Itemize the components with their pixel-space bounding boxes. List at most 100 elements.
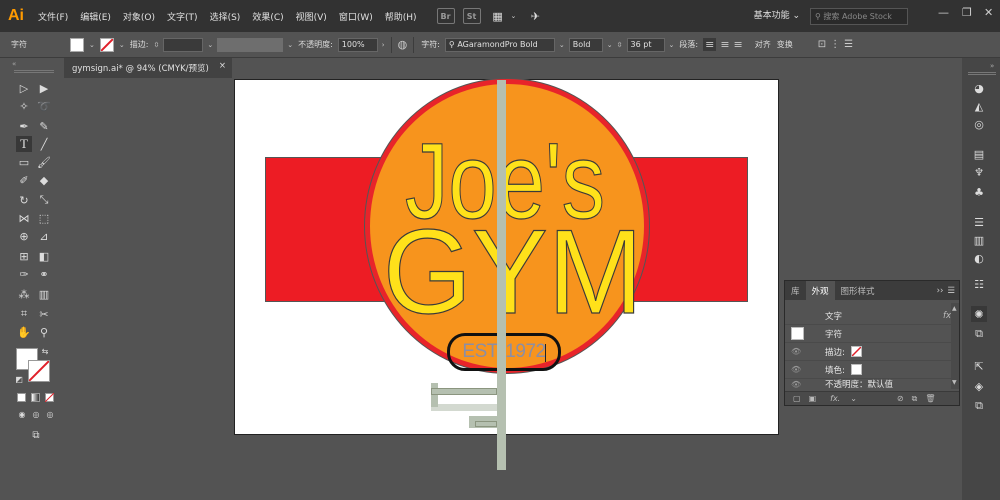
stepper-icon[interactable]: ⇳ (153, 41, 159, 49)
variable-width-profile[interactable] (217, 37, 284, 52)
tab-appearance[interactable]: 外观 (805, 281, 835, 300)
menu-help[interactable]: 帮助(H) (379, 10, 423, 23)
panel-menu-icon[interactable]: ☰ (947, 286, 955, 296)
close-icon[interactable]: ✕ (984, 6, 993, 19)
hand-tool-icon[interactable]: ✋ (16, 324, 32, 340)
opacity-field[interactable]: 100% (337, 37, 378, 52)
visibility-eye-icon[interactable]: 👁 (791, 380, 805, 389)
document-tab[interactable]: gymsign.ai* @ 94% (CMYK/预览) × (64, 58, 232, 78)
align-center-icon[interactable]: ≡ (720, 38, 729, 51)
libraries-icon[interactable]: ☷ (971, 276, 987, 292)
shape-builder-tool-icon[interactable]: ⊕ (16, 228, 32, 244)
minimize-icon[interactable]: — (938, 6, 949, 19)
fx-dropdown-icon[interactable]: ⌄ (850, 394, 857, 403)
graphic-styles-icon[interactable]: ⧉ (971, 326, 987, 342)
gradient-panel-icon[interactable]: ▥ (971, 232, 987, 248)
arrange-documents-icon[interactable]: ▦ (489, 8, 507, 24)
add-fill-icon[interactable]: ▣ (809, 394, 817, 403)
menu-view[interactable]: 视图(V) (290, 10, 333, 23)
recolor-icon[interactable]: ◍ (398, 38, 408, 51)
draw-inside-icon[interactable]: ◎ (44, 408, 56, 420)
font-size-field[interactable]: 36 pt (626, 37, 665, 52)
swap-fill-stroke-icon[interactable]: ⇆ (40, 346, 50, 356)
delete-item-icon[interactable]: 🗑 (925, 394, 935, 403)
artboard[interactable]: Joe's GYM EST. 1972 (234, 78, 779, 470)
arrange-icon[interactable]: ⋮ (830, 39, 840, 50)
artboard-tool-icon[interactable]: ⌗ (16, 306, 32, 322)
asset-export-icon[interactable]: ⇱ (971, 358, 987, 374)
tab-libraries[interactable]: 库 (785, 283, 806, 299)
clear-appearance-icon[interactable]: ⊘ (897, 394, 904, 403)
appearance-row-fill[interactable]: 👁 填色: (785, 361, 951, 379)
stock-search-input[interactable]: ⚲ 搜索 Adobe Stock (810, 8, 908, 25)
curvature-tool-icon[interactable]: ✎ (36, 118, 52, 134)
width-tool-icon[interactable]: ⋈ (16, 210, 32, 226)
mesh-tool-icon[interactable]: ⊞ (16, 248, 32, 264)
draw-behind-icon[interactable]: ◎ (30, 408, 42, 420)
color-guide-icon[interactable]: ◭ (971, 98, 987, 114)
chevron-down-icon[interactable]: ⌄ (511, 12, 517, 20)
chevron-down-icon[interactable]: ⌄ (207, 41, 213, 49)
stock-icon[interactable]: St (462, 8, 481, 24)
direct-selection-tool-icon[interactable]: ▶ (36, 80, 52, 96)
font-style-field[interactable]: Bold (568, 37, 603, 52)
tab-graphic-styles[interactable]: 图形样式 (835, 283, 881, 299)
collapse-panel-icon[interactable]: « (12, 60, 16, 68)
appearance-icon[interactable]: ✺ (971, 306, 987, 322)
appearance-row-stroke[interactable]: 👁 描边: (785, 343, 951, 361)
vertical-guide[interactable] (497, 80, 506, 470)
collapse-panel-icon[interactable]: ›› (937, 286, 944, 296)
panel-scrollbar[interactable]: ▲ ▼ (951, 303, 959, 389)
rectangle-tool-icon[interactable]: ▭ (16, 154, 32, 170)
chevron-down-icon[interactable]: ⌄ (119, 41, 125, 49)
menu-object[interactable]: 对象(O) (117, 10, 161, 23)
stroke-color-box[interactable] (28, 360, 50, 382)
menu-select[interactable]: 选择(S) (204, 10, 247, 23)
recolor-artwork-icon[interactable]: ◎ (971, 116, 987, 132)
duplicate-item-icon[interactable]: ⧉ (912, 394, 918, 404)
default-fill-stroke-icon[interactable]: ◩ (14, 374, 24, 384)
scroll-up-icon[interactable]: ▲ (952, 305, 957, 312)
menu-file[interactable]: 文件(F) (32, 10, 74, 23)
stepper-icon[interactable]: ⇳ (617, 41, 623, 49)
isolate-icon[interactable]: ⊡ (818, 39, 826, 50)
panel-menu-icon[interactable]: ☰ (844, 39, 853, 50)
add-effect-button[interactable]: fx. (830, 394, 840, 403)
slice-tool-icon[interactable]: ✂ (36, 306, 52, 322)
stroke-mini-swatch[interactable] (850, 346, 862, 357)
transparency-icon[interactable]: ◐ (971, 250, 987, 266)
add-stroke-icon[interactable]: ▢ (793, 394, 801, 403)
chevron-down-icon[interactable]: ⌄ (669, 41, 675, 49)
chevron-down-icon[interactable]: ⌄ (559, 41, 565, 49)
fill-mini-swatch[interactable] (850, 364, 862, 375)
pen-tool-icon[interactable]: ✒ (16, 118, 32, 134)
transform-button[interactable]: 变换 (777, 39, 793, 50)
align-button[interactable]: 对齐 (755, 39, 771, 50)
chevron-right-icon[interactable]: › (382, 41, 385, 49)
close-tab-icon[interactable]: × (219, 61, 226, 71)
appearance-row-character[interactable]: 字符 (785, 325, 951, 343)
scale-tool-icon[interactable]: ⤡ (36, 192, 52, 208)
zoom-tool-icon[interactable]: ⚲ (36, 324, 52, 340)
color-mode-icon[interactable] (16, 392, 26, 402)
appearance-row-opacity[interactable]: 👁 不透明度：默认值 (785, 379, 951, 390)
selection-tool-icon[interactable]: ▷ (16, 80, 32, 96)
line-tool-icon[interactable]: ╱ (36, 136, 52, 152)
stroke-weight-field[interactable] (163, 37, 204, 52)
eyedropper-tool-icon[interactable]: ✑ (16, 266, 32, 282)
appearance-header-row[interactable]: 文字 fx (785, 307, 951, 325)
bridge-icon[interactable]: Br (436, 8, 455, 24)
visibility-eye-icon[interactable]: 👁 (791, 365, 805, 374)
dock-grip[interactable] (968, 72, 996, 75)
brushes-icon[interactable]: ♆ (971, 164, 987, 180)
gradient-mode-icon[interactable] (30, 392, 40, 402)
menu-effect[interactable]: 效果(C) (246, 10, 289, 23)
chevron-down-icon[interactable]: ⌄ (287, 41, 293, 49)
gym-text[interactable]: GYM (382, 204, 643, 339)
chevron-down-icon[interactable]: ⌄ (607, 41, 613, 49)
blend-tool-icon[interactable]: ⚭ (36, 266, 52, 282)
shaper-tool-icon[interactable]: ✐ (16, 172, 32, 188)
menu-edit[interactable]: 编辑(E) (74, 10, 117, 23)
perspective-grid-tool-icon[interactable]: ⊿ (36, 228, 52, 244)
fill-swatch[interactable] (70, 37, 84, 52)
